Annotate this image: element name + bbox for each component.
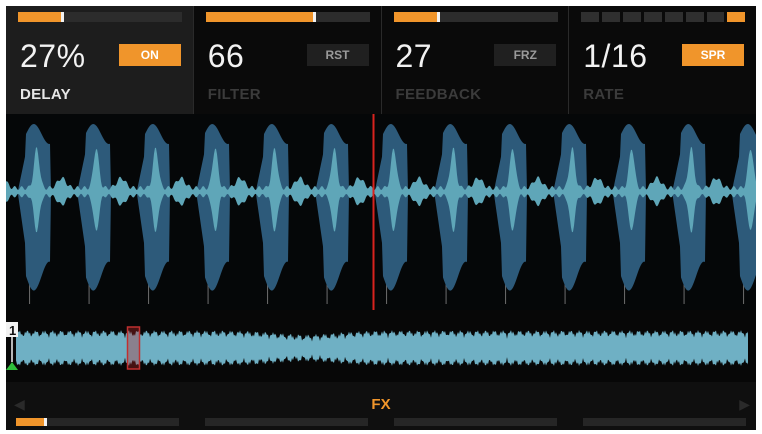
waveform-background-layer [6, 124, 756, 291]
filter-reset-button[interactable]: RST [306, 44, 369, 66]
cue-triangle-icon [6, 362, 18, 370]
delay-on-button[interactable]: ON [118, 44, 181, 66]
filter-meter [205, 12, 370, 22]
rate-segment [706, 12, 725, 22]
rate-segment [581, 12, 600, 22]
param-delay[interactable]: 27% ON DELAY [6, 6, 193, 114]
param-rate[interactable]: 1/16 SPR RATE [568, 6, 756, 114]
param-filter[interactable]: 66 RST FILTER [192, 6, 381, 114]
filter-value: 66 [207, 38, 245, 74]
rate-segment [727, 12, 746, 22]
parameter-strip: 27% ON DELAY 66 RST FILTER 27 FRZ FEEDBA… [6, 6, 756, 114]
waveform-svg [6, 114, 756, 310]
rate-meter [581, 12, 746, 22]
cue-number: 1 [9, 323, 16, 338]
footer-meters [16, 418, 746, 426]
rate-segment [664, 12, 683, 22]
rate-segment [623, 12, 641, 22]
rate-segment [643, 12, 662, 22]
controller-display: 27% ON DELAY 66 RST FILTER 27 FRZ FEEDBA… [6, 6, 756, 430]
footer-meter-1-fill [16, 418, 46, 426]
footer-meter-1-tip [44, 418, 48, 426]
param-feedback[interactable]: 27 FRZ FEEDBACK [380, 6, 569, 114]
feedback-meter-tip [436, 12, 440, 22]
filter-meter-fill [205, 12, 314, 22]
overview-position-marker[interactable] [126, 326, 141, 370]
footer-meter-2 [205, 418, 368, 426]
rate-segment [685, 12, 704, 22]
rate-label: RATE [583, 86, 625, 103]
delay-value: 27% [20, 38, 86, 74]
rate-value: 1/16 [583, 38, 648, 74]
feedback-meter-fill [393, 12, 438, 22]
feedback-freeze-button[interactable]: FRZ [494, 44, 557, 66]
feedback-value: 27 [395, 38, 433, 74]
rate-segment [602, 12, 620, 22]
page-right-icon[interactable]: ▶ [739, 396, 750, 413]
feedback-label: FEEDBACK [395, 86, 482, 103]
delay-label: DELAY [20, 86, 71, 103]
delay-meter-tip [61, 12, 64, 22]
delay-meter-fill [18, 12, 62, 22]
feedback-meter [393, 12, 558, 22]
footer-meter-1 [16, 418, 179, 426]
footer-meter-3 [394, 418, 557, 426]
delay-meter [18, 12, 182, 22]
filter-label: FILTER [207, 86, 261, 103]
footer-bar: ◀ FX ▶ [6, 382, 756, 430]
overview-svg: 1 [6, 322, 748, 370]
rate-spread-button[interactable]: SPR [682, 44, 744, 66]
waveform-view[interactable] [6, 114, 756, 310]
footer-meter-4 [583, 418, 746, 426]
section-label: FX [371, 396, 391, 413]
overview-waveform [16, 330, 748, 366]
filter-meter-tip [312, 12, 316, 22]
track-overview[interactable]: 1 [6, 310, 756, 382]
